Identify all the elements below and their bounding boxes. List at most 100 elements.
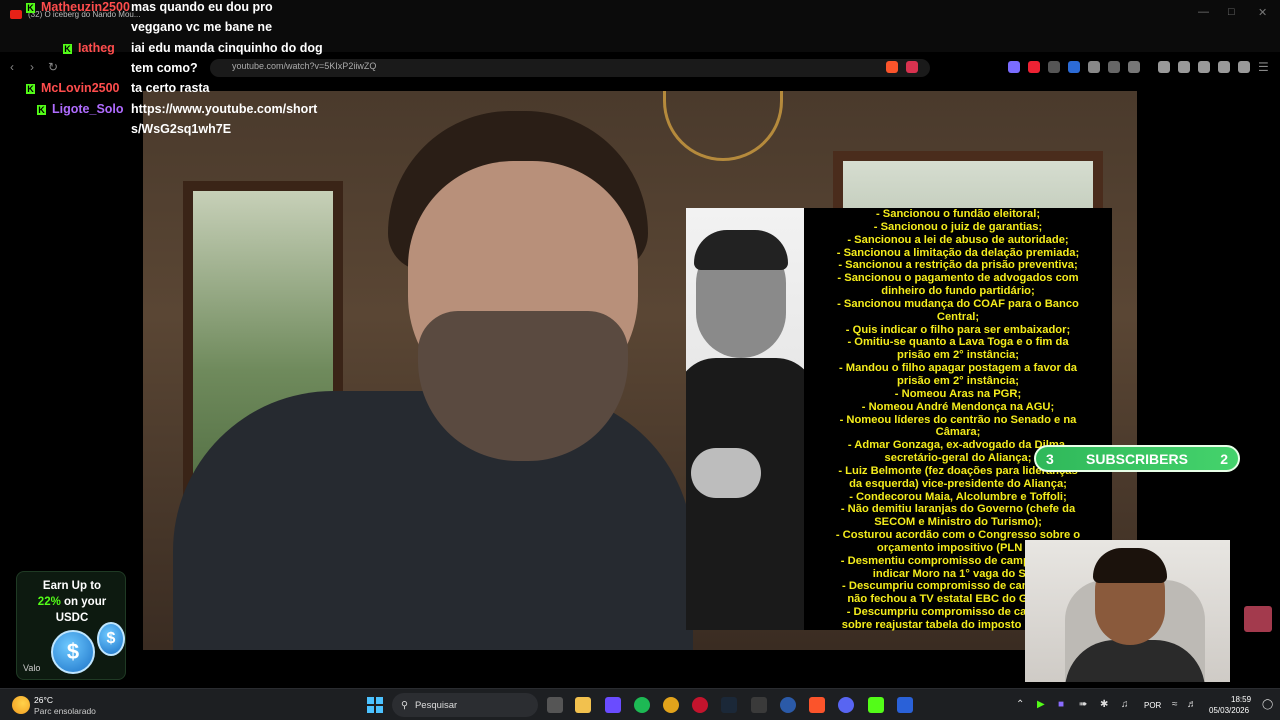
- tray-app-icon[interactable]: ➠: [1079, 699, 1087, 710]
- brave-rewards-icon[interactable]: [906, 61, 918, 73]
- extension-icon[interactable]: [1008, 61, 1020, 73]
- chat-message: K McLovin2500: [26, 81, 126, 95]
- vpn-icon[interactable]: [1238, 61, 1250, 73]
- windows-taskbar: 26°C Parc ensolarado ⚲ Pesquisar ⌃ ▶ ■ ➠…: [0, 688, 1280, 720]
- app-icon[interactable]: [605, 697, 621, 713]
- chat-message-text: veggano vc me bane ne: [131, 20, 273, 34]
- chat-text: mas quando eu dou pro: [131, 0, 273, 14]
- steam-icon[interactable]: [721, 697, 737, 713]
- extension-icon[interactable]: [1048, 61, 1060, 73]
- taskbar-search[interactable]: ⚲ Pesquisar: [392, 693, 538, 717]
- overlay-list-line: - Quis indicar o filho para ser embaixad…: [845, 323, 1071, 336]
- weather-icon[interactable]: [12, 696, 30, 714]
- chat-text: ta certo rasta: [131, 81, 210, 95]
- clock-time[interactable]: 18:59: [1231, 695, 1251, 704]
- chat-text: veggano vc me bane ne: [131, 20, 272, 34]
- chat-message: K Matheuzin2500: [26, 0, 136, 14]
- overlay-list-line: da esquerda) vice-presidente do Aliança;: [849, 477, 1067, 490]
- overlay-list-line: prisão em 2° instância;: [897, 349, 1019, 362]
- task-view-icon[interactable]: [547, 697, 563, 713]
- clock-date[interactable]: 05/03/2026: [1209, 706, 1249, 715]
- reading-icon[interactable]: [1178, 61, 1190, 73]
- puzzle-icon[interactable]: [1108, 61, 1120, 73]
- file-explorer-icon[interactable]: [575, 697, 591, 713]
- chat-overlay: K Matheuzin2500 mas quando eu dou pro ve…: [0, 0, 330, 140]
- chat-text: iai edu manda cinquinho do dog: [131, 41, 323, 55]
- leo-icon[interactable]: [1218, 61, 1230, 73]
- wifi-icon[interactable]: ≈: [1172, 699, 1178, 710]
- weather-description[interactable]: Parc ensolarado: [34, 706, 96, 716]
- weather-temperature[interactable]: 26°C: [34, 695, 53, 705]
- music-icon[interactable]: [1158, 61, 1170, 73]
- sidebar-icon[interactable]: [1128, 61, 1140, 73]
- overlay-list-line: - Sancionou a restrição da prisão preven…: [838, 259, 1078, 272]
- language-indicator[interactable]: POR: [1144, 701, 1161, 710]
- notification-icon[interactable]: ◯: [1262, 699, 1273, 710]
- volume-icon[interactable]: ♬: [1187, 699, 1197, 710]
- menu-icon[interactable]: ☰: [1258, 60, 1269, 74]
- chat-username: Matheuzin2500: [41, 0, 130, 14]
- chat-text: tem como?: [131, 61, 198, 75]
- ad-percent: 22%: [37, 596, 61, 608]
- overlay-list-line: - Sancionou o pagamento de advogados com: [837, 272, 1079, 285]
- subs-label: SUBSCRIBERS: [1086, 450, 1188, 467]
- overlay-list-line: - Sancionou o fundão eleitoral;: [875, 208, 1041, 220]
- chat-message-text: mas quando eu dou pro: [131, 0, 273, 14]
- brave-icon[interactable]: [809, 697, 825, 713]
- discord-icon[interactable]: [838, 697, 854, 713]
- chat-message-text: s/WsG2sq1wh7E: [131, 122, 232, 136]
- tray-app-icon[interactable]: ■: [1058, 699, 1064, 710]
- bluetooth-icon[interactable]: ✱: [1100, 699, 1108, 710]
- kick-icon: K: [37, 105, 46, 115]
- overlay-list-line: - Sancionou o juiz de garantias;: [873, 220, 1043, 233]
- app-icon[interactable]: [897, 697, 913, 713]
- chat-text: s/WsG2sq1wh7E: [131, 122, 231, 136]
- kick-icon: K: [26, 3, 35, 13]
- overlay-photo-hand: [691, 448, 761, 498]
- chat-message-text: tem como?: [131, 61, 198, 75]
- subscribers-goal-badge: 3 SUBSCRIBERS 2: [1034, 445, 1240, 472]
- maximize-icon[interactable]: □: [1228, 6, 1235, 18]
- close-icon[interactable]: ✕: [1258, 6, 1267, 19]
- tray-app-icon[interactable]: ▶: [1037, 699, 1045, 710]
- overlay-list-line: - Condecorou Maia, Alcolumbre e Toffoli;: [849, 490, 1067, 503]
- presenter-body: [173, 391, 693, 650]
- extension-icon[interactable]: [1028, 61, 1040, 73]
- chevron-up-icon[interactable]: ⌃: [1016, 699, 1024, 710]
- overlay-list-line: - Nomeou líderes do centrão no Senado e …: [839, 413, 1077, 426]
- usdc-coin-icon: $: [51, 630, 95, 674]
- kick-icon: K: [26, 84, 35, 94]
- subs-left-count: 3: [1046, 450, 1054, 467]
- overlay-list-line: - Nomeou Aras na PGR;: [894, 387, 1022, 400]
- chat-message-text: iai edu manda cinquinho do dog: [131, 41, 323, 55]
- extension-icon[interactable]: [1068, 61, 1080, 73]
- windows-start-icon[interactable]: [367, 697, 383, 713]
- app-icon[interactable]: [780, 697, 796, 713]
- chat-text: https://www.youtube.com/short: [131, 102, 317, 116]
- microphone-icon[interactable]: ♫: [1121, 699, 1129, 710]
- ad-line1: Earn Up to: [42, 580, 102, 592]
- usdc-ad-banner[interactable]: Earn Up to 22% on your USDC $ $ Valo: [16, 571, 126, 680]
- brave-shield-icon[interactable]: [886, 61, 898, 73]
- wallet-icon[interactable]: [1198, 61, 1210, 73]
- overlay-list-line: SECOM e Ministro do Turismo);: [874, 516, 1042, 529]
- overlay-list-line: Câmara;: [935, 426, 981, 439]
- usdc-coin-icon: $: [97, 622, 125, 656]
- overlay-list-line: - Omitiu-se quanto a Lava Toga e o fim d…: [847, 336, 1069, 349]
- cambodia-flag-icon: [1244, 606, 1272, 632]
- extension-icon[interactable]: [1088, 61, 1100, 73]
- ad-brand: Valo: [23, 663, 41, 673]
- overlay-list-line: dinheiro do fundo partidário;: [881, 285, 1035, 298]
- minimize-icon[interactable]: —: [1198, 6, 1209, 18]
- opera-icon[interactable]: [692, 697, 708, 713]
- overlay-photo: [686, 208, 804, 630]
- overlay-list-line: - Nomeou André Mendonça na AGU;: [861, 400, 1055, 413]
- kick-app-icon[interactable]: [868, 697, 884, 713]
- spotify-icon[interactable]: [634, 697, 650, 713]
- streamer-hair: [1093, 548, 1167, 583]
- chat-username: Ligote_Solo: [52, 102, 124, 116]
- webcam-overlay: [1025, 540, 1230, 682]
- overlay-list-line: - Mandou o filho apagar postagem a favor…: [838, 362, 1078, 375]
- app-icon[interactable]: [751, 697, 767, 713]
- chrome-icon[interactable]: [663, 697, 679, 713]
